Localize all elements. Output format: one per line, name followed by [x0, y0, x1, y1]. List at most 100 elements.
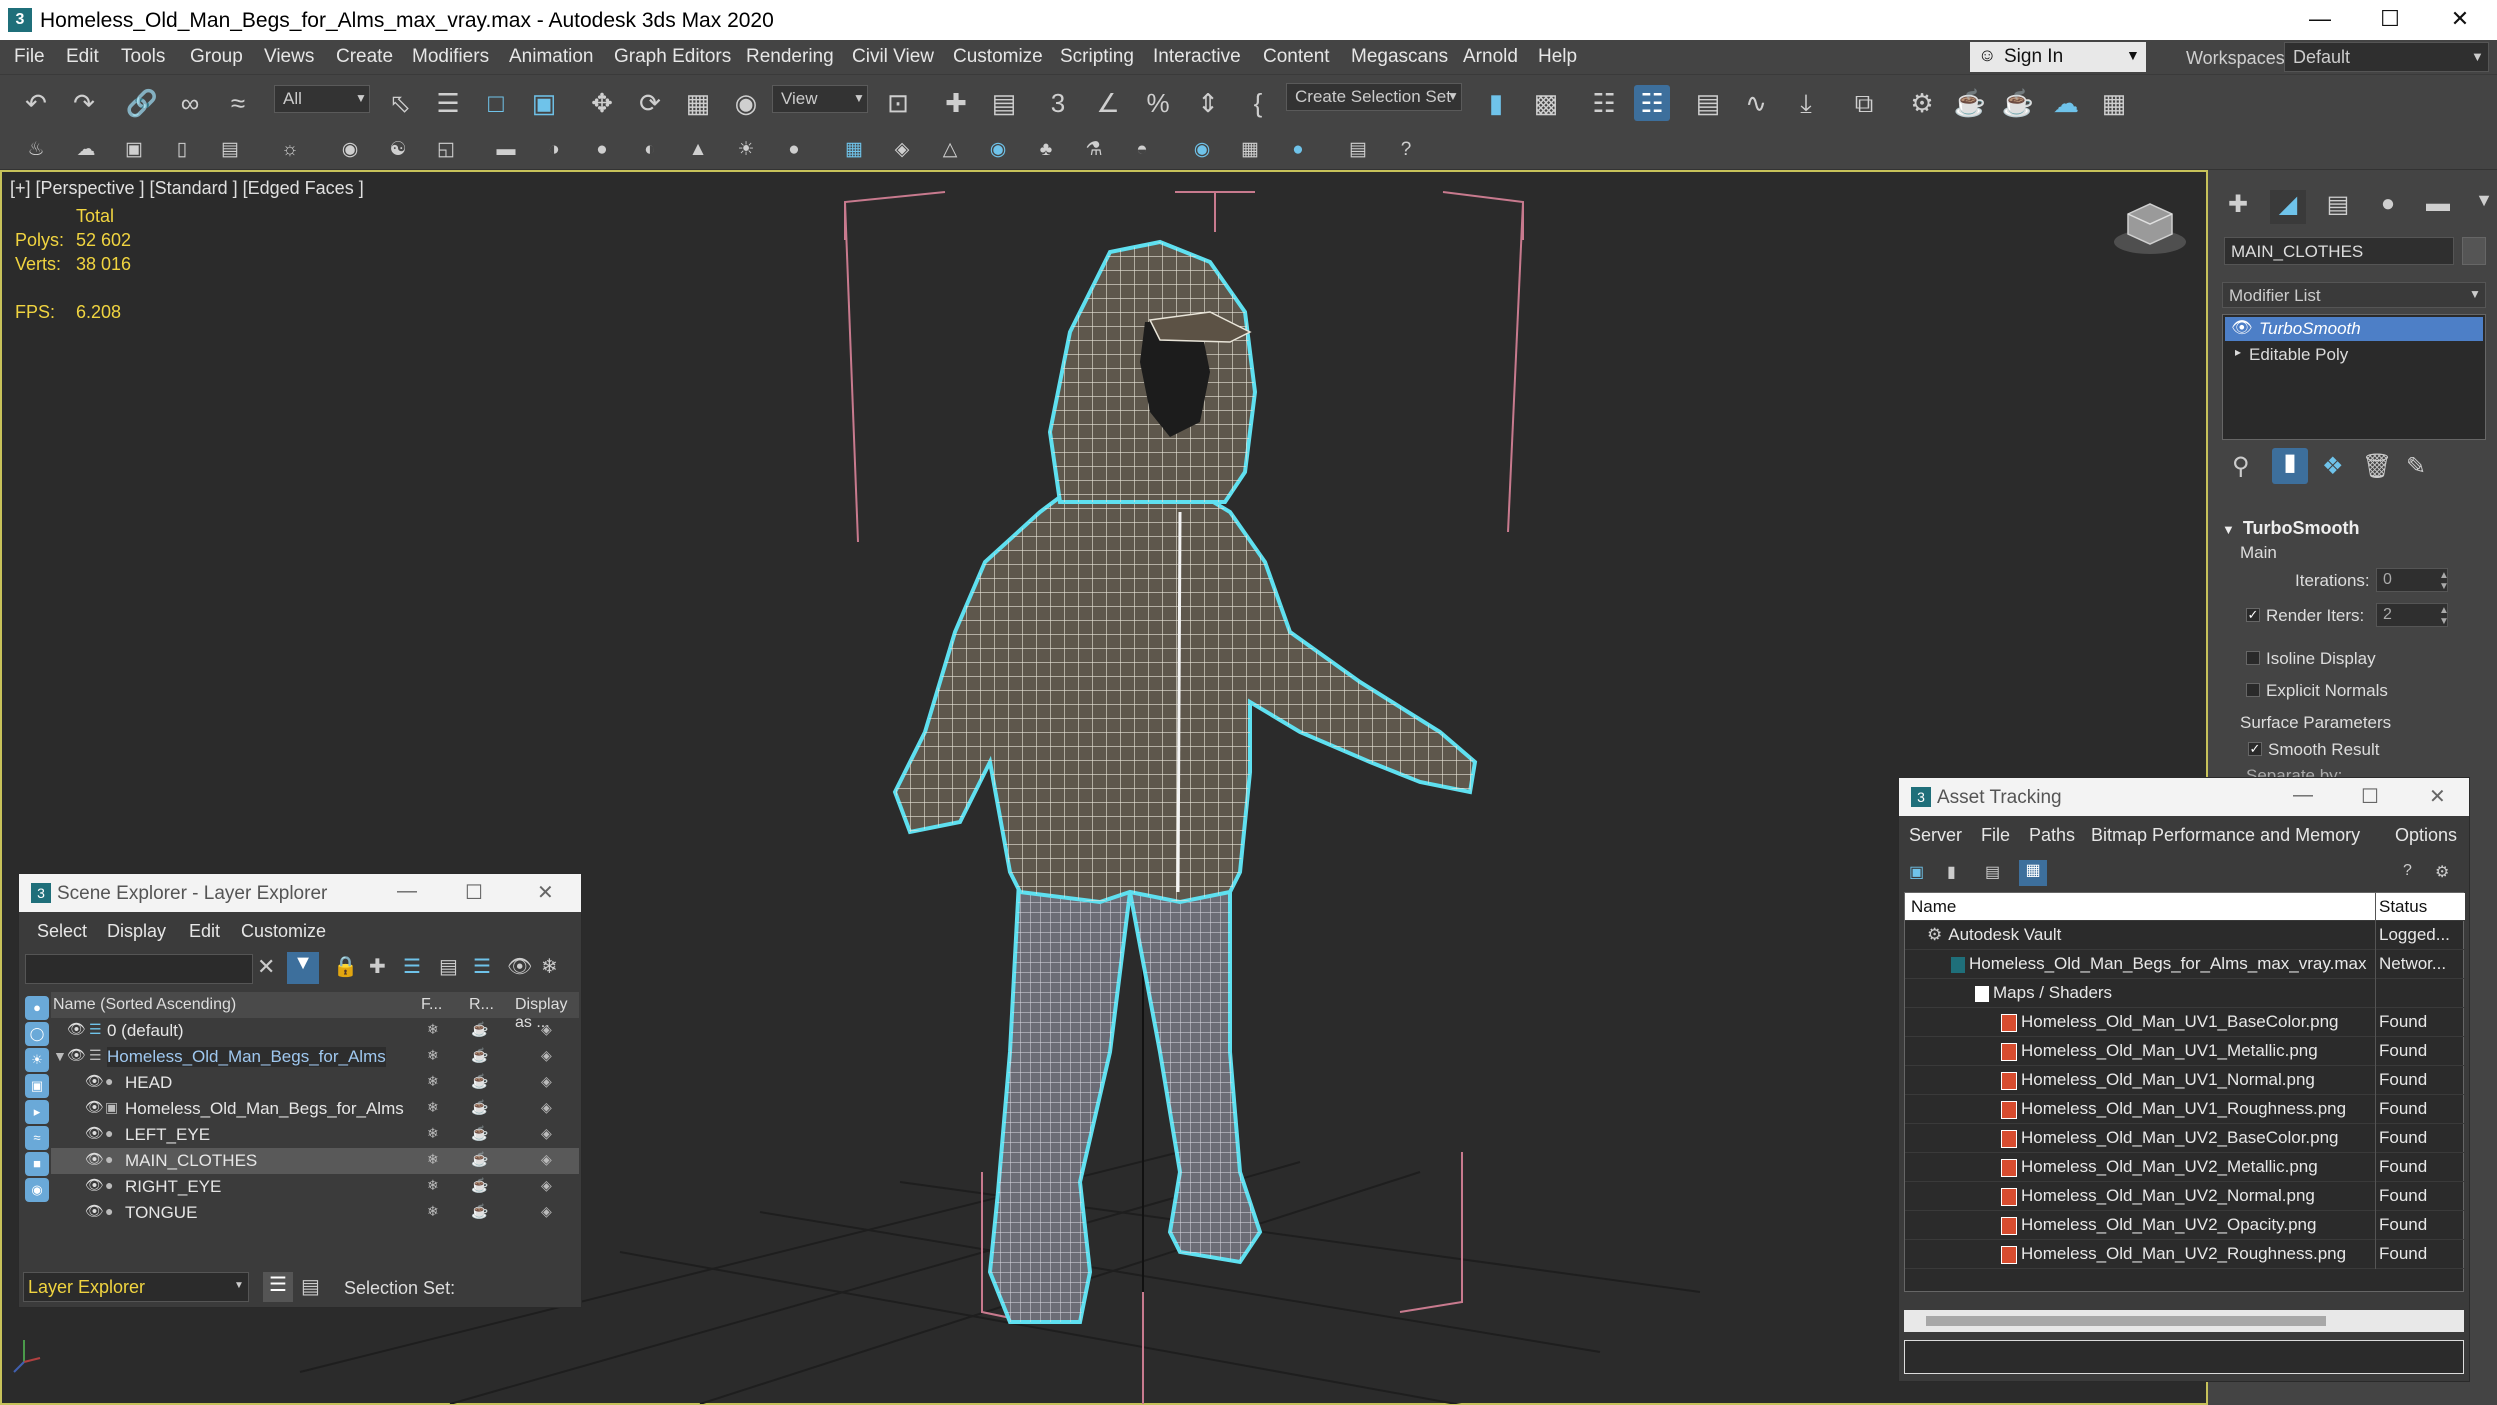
vray-proxy-icon[interactable]: ◱ — [432, 136, 460, 164]
select-object-icon[interactable]: ⬁ — [382, 85, 418, 121]
hierarchy-icon[interactable]: ▤ — [439, 954, 458, 979]
place-icon[interactable]: ◉ — [728, 85, 764, 121]
close-icon[interactable]: ✕ — [2430, 6, 2490, 32]
se-menu-select[interactable]: Select — [37, 921, 87, 942]
utilities-tab-icon[interactable]: ▼ — [2466, 190, 2497, 224]
lock-icon[interactable]: 🔒 — [333, 954, 358, 979]
move-icon[interactable]: ✥ — [584, 85, 620, 121]
mirror-icon[interactable]: ▮ — [1478, 85, 1514, 121]
display-box-icon[interactable]: ◈ — [541, 1021, 552, 1038]
create-layer-icon[interactable]: ✚ — [369, 954, 386, 979]
selection-set-icon[interactable]: ▤ — [301, 1274, 320, 1299]
checkin-icon[interactable]: ▣ — [1909, 862, 1924, 882]
collapse-arrow-icon[interactable]: ▼ — [53, 1048, 67, 1064]
freeze-all-icon[interactable]: ❄ — [541, 954, 558, 979]
menu-interactive[interactable]: Interactive — [1153, 46, 1241, 68]
se-menu-customize[interactable]: Customize — [241, 921, 326, 942]
display-xrefs-icon[interactable]: ◉ — [25, 1178, 49, 1202]
asset-row[interactable]: Homeless_Old_Man_Begs_for_Alms_max_vray.… — [1905, 950, 2465, 979]
menu-views[interactable]: Views — [264, 46, 314, 68]
object-row[interactable]: 👁 ▣ Homeless_Old_Man_Begs_for_Alms ❄ ☕ ◈ — [51, 1096, 579, 1122]
turbosmooth-rollout-header[interactable]: ▼ TurboSmooth — [2222, 518, 2486, 539]
object-row[interactable]: 👁 ● RIGHT_EYE ❄ ☕ ◈ — [51, 1174, 579, 1200]
object-name-field[interactable]: MAIN_CLOTHES — [2224, 237, 2454, 265]
vray-sphere-icon[interactable]: ◉ — [336, 136, 364, 164]
eye-icon[interactable]: 👁 — [85, 1150, 104, 1168]
smooth-result-checkbox[interactable]: ✓ — [2248, 742, 2262, 756]
clear-search-icon[interactable]: ✕ — [257, 954, 275, 980]
vray-decal-icon[interactable]: ⚗ — [1080, 136, 1108, 164]
freeze-icon[interactable]: ❄ — [427, 1099, 439, 1116]
object-row[interactable]: 👁 ● TONGUE ❄ ☕ ◈ — [51, 1200, 579, 1226]
asset-row[interactable]: Homeless_Old_Man_UV1_BaseColor.png Found — [1905, 1008, 2465, 1037]
freeze-icon[interactable]: ❄ — [427, 1021, 439, 1038]
freeze-icon[interactable]: ❄ — [427, 1177, 439, 1194]
render-iters-checkbox[interactable]: ✓ — [2246, 608, 2260, 622]
pivot-center-icon[interactable]: ⊡ — [880, 85, 916, 121]
at-menu-paths[interactable]: Paths — [2029, 825, 2075, 846]
keyboard-shortcut-override-icon[interactable]: ▤ — [986, 85, 1022, 121]
eye-icon[interactable]: 👁 — [85, 1202, 104, 1220]
layers-icon[interactable]: ☰ — [403, 954, 421, 979]
object-row[interactable]: 👁 ● LEFT_EYE ❄ ☕ ◈ — [51, 1122, 579, 1148]
freeze-icon[interactable]: ❄ — [427, 1125, 439, 1142]
sphere-light-icon[interactable]: ● — [588, 136, 616, 164]
a360-gallery-icon[interactable]: ▦ — [2096, 85, 2132, 121]
render-icon[interactable]: ☕ — [471, 1047, 488, 1064]
display-helpers-icon[interactable]: ▸ — [25, 1100, 49, 1124]
menu-animation[interactable]: Animation — [509, 46, 594, 68]
show-end-result-icon[interactable]: ▮ — [2272, 448, 2308, 484]
modifier-list-dropdown[interactable]: Modifier List ▼ — [2222, 282, 2486, 308]
menu-civil-view[interactable]: Civil View — [852, 46, 934, 68]
menu-megascans[interactable]: Megascans — [1351, 46, 1448, 68]
toggle-layer-explorer-icon[interactable]: ☷ — [1634, 85, 1670, 121]
vray-material-icon[interactable]: ◈ — [888, 136, 916, 164]
vray-vfb-icon[interactable]: ▦ — [840, 136, 868, 164]
tube-icon[interactable]: ▤ — [216, 136, 244, 164]
at-menu-bitmap-performance[interactable]: Bitmap Performance and Memory — [2091, 825, 2360, 846]
add-to-layer-icon[interactable]: ☰ — [473, 954, 491, 979]
spinner-arrows-icon[interactable]: ▲ ▼ — [2439, 570, 2449, 592]
render-icon[interactable]: ☕ — [471, 1021, 488, 1038]
modify-tab-icon[interactable]: ◢ — [2270, 190, 2306, 224]
display-box-icon[interactable]: ◈ — [541, 1177, 552, 1194]
scene-search-input[interactable] — [25, 954, 253, 984]
scene-states-icon[interactable]: ▦ — [1236, 136, 1264, 164]
close-icon[interactable]: ✕ — [2429, 784, 2446, 809]
table-view-icon[interactable]: ▦ — [2019, 860, 2047, 886]
hide-all-icon[interactable]: 👁 — [507, 954, 532, 979]
minimize-icon[interactable]: — — [397, 880, 417, 903]
edit-named-selection-icon[interactable]: { — [1240, 85, 1276, 121]
menu-scripting[interactable]: Scripting — [1060, 46, 1134, 68]
toggle-scene-explorer-icon[interactable]: ☷ — [1586, 85, 1622, 121]
angle-snap-icon[interactable]: ∠ — [1090, 85, 1126, 121]
layer-row[interactable]: ▼ 👁 ☰ Homeless_Old_Man_Begs_for_Alms ❄ ☕… — [51, 1044, 579, 1070]
select-manipulate-icon[interactable]: ✚ — [938, 85, 974, 121]
create-tab-icon[interactable]: ✚ — [2220, 190, 2256, 224]
freeze-icon[interactable]: ❄ — [427, 1047, 439, 1064]
dome-light-icon[interactable]: ◑ — [540, 136, 568, 164]
vray-plant-icon[interactable]: ♣ — [1032, 136, 1060, 164]
reference-coordinate-dropdown[interactable]: View ▼ — [772, 85, 868, 113]
globe-icon[interactable]: ◉ — [1188, 136, 1216, 164]
help-icon[interactable]: ? — [2403, 862, 2412, 880]
menu-arnold[interactable]: Arnold — [1463, 46, 1518, 68]
teapot-icon[interactable]: ♨ — [22, 136, 50, 164]
vray-fur-icon[interactable]: ☯ — [384, 136, 412, 164]
col-renderable[interactable]: R... — [469, 996, 494, 1014]
scene-explorer-titlebar[interactable]: 3 Scene Explorer - Layer Explorer — ☐ ✕ — [19, 874, 581, 912]
freeze-icon[interactable]: ❄ — [427, 1073, 439, 1090]
display-tab-icon[interactable]: ▬ — [2420, 190, 2456, 224]
light-icon[interactable]: ☼ — [276, 136, 304, 164]
asset-table-scrollbar[interactable] — [1904, 1310, 2464, 1332]
menu-graph-editors[interactable]: Graph Editors — [614, 46, 731, 68]
col-frozen[interactable]: F... — [421, 996, 442, 1014]
asset-tracking-titlebar[interactable]: 3 Asset Tracking — ☐ ✕ — [1899, 778, 2469, 816]
material-editor-icon[interactable]: ⧉ — [1846, 85, 1882, 121]
plane-icon[interactable]: ▬ — [492, 136, 520, 164]
motion-tab-icon[interactable]: ● — [2370, 190, 2406, 224]
render-icon[interactable]: ☕ — [471, 1099, 488, 1116]
vray-scene-converter-icon[interactable]: △ — [936, 136, 964, 164]
menu-help[interactable]: Help — [1538, 46, 1577, 68]
display-groups-icon[interactable]: ■ — [25, 1152, 49, 1176]
